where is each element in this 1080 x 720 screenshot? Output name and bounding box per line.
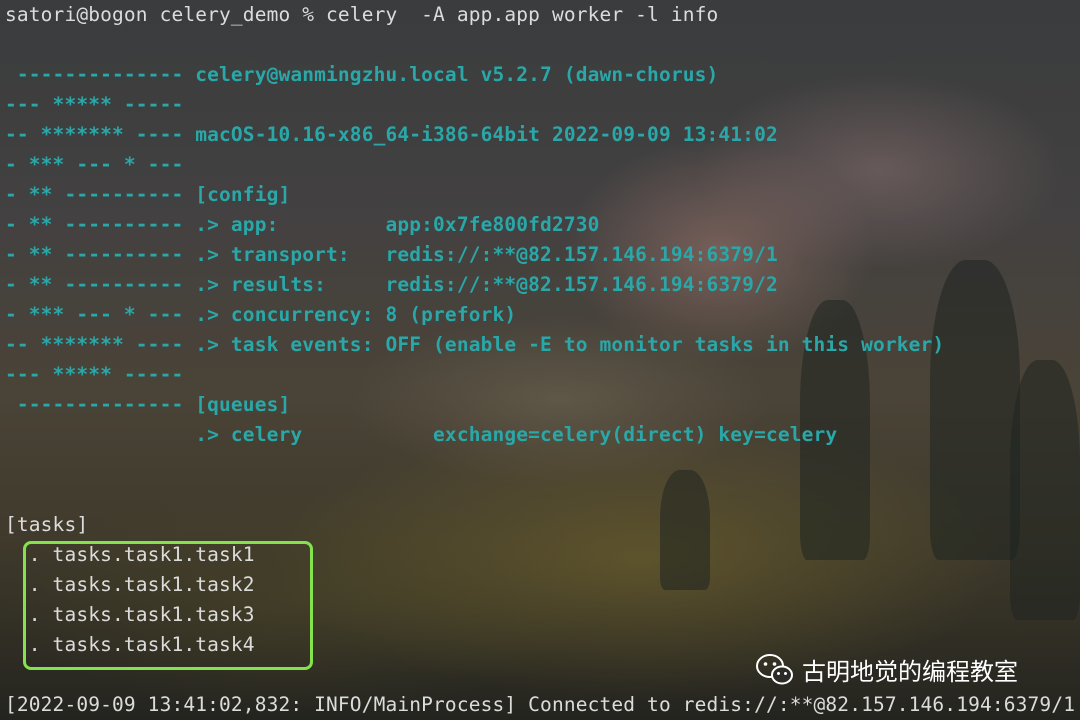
tasks-header: [tasks]: [5, 513, 89, 536]
banner-line: --- ***** -----: [5, 93, 184, 116]
banner-line: - *** --- * --- .> concurrency: 8 (prefo…: [5, 303, 517, 326]
wechat-icon: [756, 653, 793, 684]
watermark: 古明地觉的编程教室: [756, 652, 1018, 687]
banner-line: -- ******* ---- .> task events: OFF (ena…: [5, 333, 945, 356]
banner-line: -------------- celery@wanmingzhu.local v…: [5, 63, 719, 86]
banner-line: --- ***** -----: [5, 363, 184, 386]
banner-line: - *** --- * ---: [5, 153, 184, 176]
banner-line: - ** ---------- [config]: [5, 183, 291, 206]
banner-line: -- ******* ---- macOS-10.16-x86_64-i386-…: [5, 123, 778, 146]
log-line: [2022-09-09 13:41:02,832: INFO/MainProce…: [5, 693, 1076, 716]
tasks-highlight-box: [23, 541, 313, 670]
banner-line: -------------- [queues]: [5, 393, 291, 416]
watermark-text: 古明地觉的编程教室: [802, 658, 1018, 686]
banner-line: .> celery exchange=celery(direct) key=ce…: [5, 423, 838, 446]
banner-line: - ** ---------- .> transport: redis://:*…: [5, 243, 778, 266]
command-prompt: satori@bogon celery_demo % celery -A app…: [5, 3, 719, 26]
banner-line: - ** ---------- .> app: app:0x7fe800fd27…: [5, 213, 600, 236]
banner-line: - ** ---------- .> results: redis://:**@…: [5, 273, 778, 296]
